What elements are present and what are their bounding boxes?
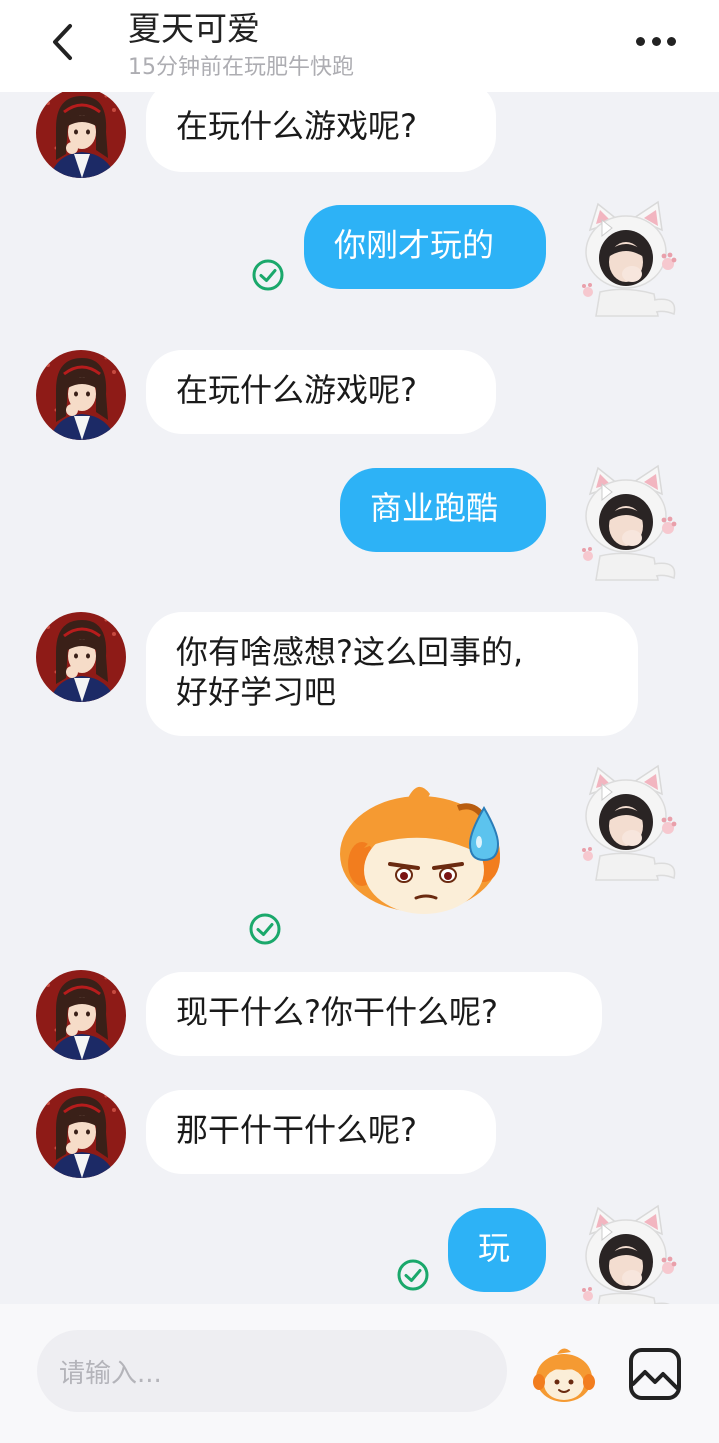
contact-avatar[interactable] [36, 612, 126, 702]
message-text-line: 你有啥感想?这么回事的, [176, 633, 524, 671]
sweat-face-sticker[interactable] [334, 778, 516, 918]
contact-avatar[interactable] [36, 350, 126, 440]
incoming-message[interactable]: 在玩什么游戏呢? [146, 92, 496, 172]
read-check-icon [252, 259, 284, 291]
message-text: 在玩什么游戏呢? [176, 371, 417, 409]
incoming-message[interactable]: 那干什干什么呢? [146, 1090, 496, 1174]
contact-avatar[interactable] [36, 92, 126, 178]
input-placeholder: 请输入... [59, 1358, 162, 1389]
incoming-message[interactable]: 你有啥感想?这么回事的, 好好学习吧 [146, 612, 638, 736]
input-bar: 请输入... [0, 1304, 719, 1443]
emoji-sticker-icon[interactable] [531, 1342, 597, 1406]
message-text-line: 好好学习吧 [176, 673, 337, 711]
my-avatar[interactable] [574, 764, 684, 884]
outgoing-message[interactable]: 商业跑酷 [340, 468, 546, 552]
my-avatar[interactable] [574, 200, 684, 320]
more-horizontal-icon [636, 36, 645, 46]
chat-header: 夏天可爱 15分钟前在玩肥牛快跑 [0, 0, 719, 92]
outgoing-message[interactable]: 你刚才玩的 [304, 205, 546, 289]
read-check-icon [249, 913, 281, 945]
outgoing-message[interactable]: 玩 [448, 1208, 546, 1292]
incoming-message[interactable]: 在玩什么游戏呢? [146, 350, 496, 434]
contact-name: 夏天可爱 [128, 9, 260, 48]
message-text: 商业跑酷 [370, 489, 499, 527]
image-icon[interactable] [627, 1346, 683, 1402]
message-text: 你刚才玩的 [334, 226, 495, 264]
message-text: 在玩什么游戏呢? [176, 107, 417, 145]
message-list[interactable]: 在玩什么游戏呢? 你刚才玩的 在玩什么游戏呢? 商业跑酷 你有啥感想?这么回事的… [0, 92, 719, 1304]
my-avatar[interactable] [574, 1204, 684, 1304]
chevron-left-icon [53, 24, 72, 60]
message-input[interactable]: 请输入... [37, 1330, 507, 1412]
message-text: 那干什干什么呢? [176, 1111, 417, 1149]
read-check-icon [397, 1259, 429, 1291]
contact-avatar[interactable] [36, 1088, 126, 1178]
more-button[interactable] [628, 26, 684, 56]
message-text: 现干什么?你干什么呢? [176, 993, 498, 1031]
back-button[interactable] [36, 18, 88, 66]
incoming-message[interactable]: 现干什么?你干什么呢? [146, 972, 602, 1056]
contact-avatar[interactable] [36, 970, 126, 1060]
contact-status: 15分钟前在玩肥牛快跑 [128, 55, 354, 80]
message-text: 玩 [478, 1229, 511, 1267]
my-avatar[interactable] [574, 464, 684, 584]
